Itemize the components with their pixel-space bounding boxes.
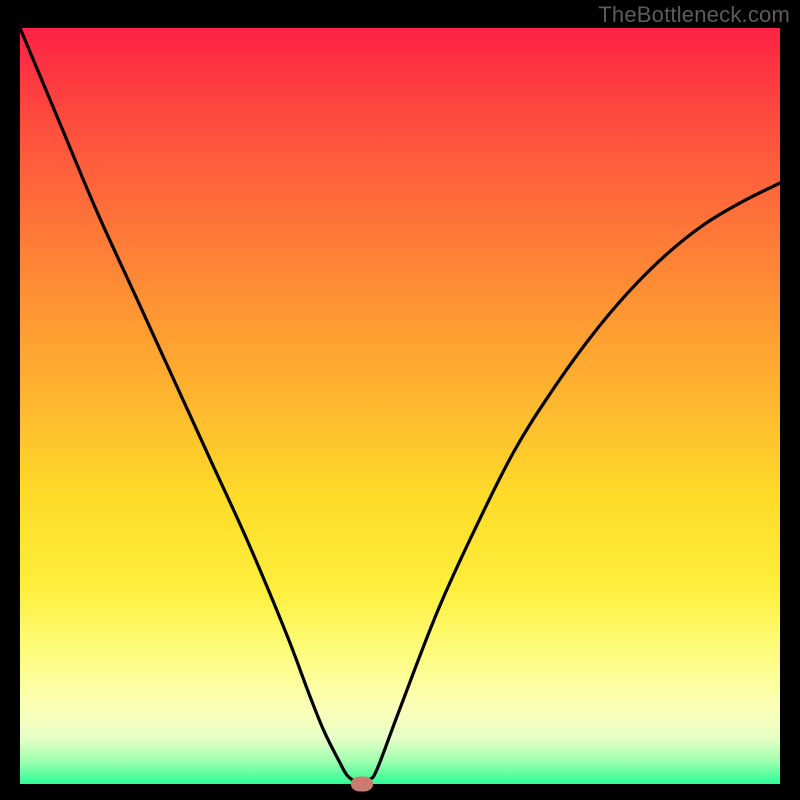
bottleneck-curve-path <box>20 28 780 784</box>
watermark-text: TheBottleneck.com <box>598 2 790 28</box>
chart-frame: TheBottleneck.com <box>0 0 800 800</box>
plot-area <box>20 28 780 784</box>
curve-svg <box>20 28 780 784</box>
minimum-marker <box>351 777 373 792</box>
